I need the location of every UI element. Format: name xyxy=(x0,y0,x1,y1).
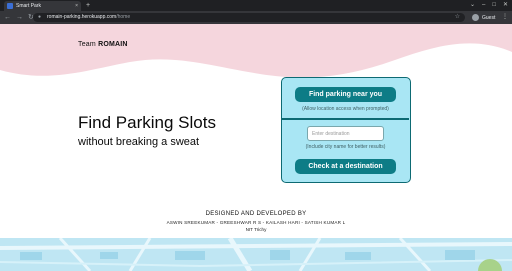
nav-buttons: ← → ↻ xyxy=(4,13,34,22)
credits-names: ASWIN SREEKUMAR - GREESHWAR R S - KAILAS… xyxy=(166,220,346,225)
find-parking-near-you-button[interactable]: Find parking near you xyxy=(295,87,396,102)
lock-icon[interactable]: ● xyxy=(38,14,41,21)
address-bar[interactable]: ● romain-parking.herokuapp.com/home ☆ xyxy=(33,13,465,22)
team-label: Team ROMAIN xyxy=(78,41,128,48)
tab-title: Smart Park xyxy=(16,3,42,9)
parking-search-card: Find parking near you (Allow location ac… xyxy=(281,77,411,183)
url-host: romain-parking.herokuapp.com xyxy=(47,14,117,20)
team-name: ROMAIN xyxy=(98,41,128,48)
menu-dots-icon[interactable]: ⋮ xyxy=(502,13,508,22)
tab-close-icon[interactable]: × xyxy=(75,2,78,10)
browser-toolbar: ← → ↻ ● romain-parking.herokuapp.com/hom… xyxy=(0,11,512,24)
credits-title: DESIGNED AND DEVELOPED BY xyxy=(205,211,307,217)
new-tab-button[interactable]: + xyxy=(86,1,90,10)
browser-tab[interactable]: Smart Park × xyxy=(4,1,81,11)
browser-tab-bar: Smart Park × + ⌄ – □ ✕ xyxy=(0,0,512,11)
favicon-icon xyxy=(7,3,13,9)
header-wave xyxy=(0,24,512,78)
profile-name: Guest xyxy=(482,14,496,21)
url-text[interactable]: romain-parking.herokuapp.com/home xyxy=(47,14,130,21)
profile-button[interactable]: Guest xyxy=(472,13,495,22)
minimize-icon[interactable]: – xyxy=(482,1,485,10)
star-icon[interactable]: ☆ xyxy=(455,14,460,21)
maximize-icon[interactable]: □ xyxy=(492,1,496,10)
team-prefix: Team xyxy=(78,41,96,48)
close-window-icon[interactable]: ✕ xyxy=(503,1,508,10)
avatar xyxy=(472,14,479,21)
check-at-destination-button[interactable]: Check at a destination xyxy=(295,159,396,174)
credits: DESIGNED AND DEVELOPED BY ASWIN SREEKUMA… xyxy=(0,210,512,233)
page-content: Team ROMAIN Find Parking Slots without b… xyxy=(0,24,512,271)
window-controls: ⌄ – □ ✕ xyxy=(470,1,508,10)
back-arrow-icon[interactable]: ← xyxy=(4,13,11,22)
map-background xyxy=(0,238,512,271)
card-divider xyxy=(282,118,409,120)
hero: Find Parking Slots without breaking a sw… xyxy=(78,113,216,150)
url-path: /home xyxy=(116,14,131,20)
hero-title: Find Parking Slots xyxy=(78,113,216,132)
tab-search-icon[interactable]: ⌄ xyxy=(470,1,475,10)
forward-arrow-icon[interactable]: → xyxy=(16,13,23,22)
hero-subtitle: without breaking a sweat xyxy=(78,136,200,148)
location-access-hint: (Allow location access when prompted) xyxy=(302,106,389,112)
destination-input[interactable] xyxy=(307,126,384,141)
credits-institution: NIT Trichy xyxy=(245,227,267,232)
destination-hint: (Include city name for better results) xyxy=(305,144,386,150)
